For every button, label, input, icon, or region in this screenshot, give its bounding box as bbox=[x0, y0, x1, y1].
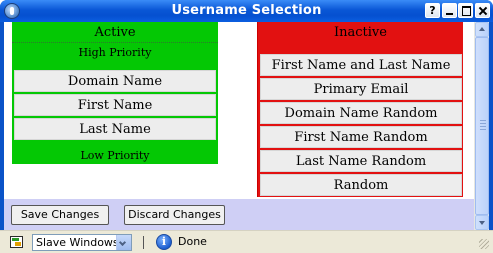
save-changes-button[interactable]: Save Changes bbox=[11, 205, 109, 225]
low-priority-label: Low Priority bbox=[80, 149, 150, 162]
inactive-item-domain-name-random[interactable]: Domain Name Random bbox=[260, 102, 462, 124]
content-area: Active High Priority Domain Name First N… bbox=[4, 22, 489, 230]
inactive-item-last-name-random[interactable]: Last Name Random bbox=[260, 150, 462, 172]
minimize-icon[interactable] bbox=[442, 3, 457, 18]
help-icon[interactable]: ? bbox=[425, 3, 440, 18]
scrollbar-thumb[interactable] bbox=[475, 37, 489, 215]
button-bar: Save Changes Discard Changes bbox=[4, 199, 474, 230]
status-text: Done bbox=[178, 235, 207, 248]
status-bar: Slave Windows i Done bbox=[0, 230, 493, 253]
app-window: Username Selection ? Active High Priorit… bbox=[0, 0, 493, 253]
thumb-grip-line bbox=[480, 120, 486, 121]
status-separator bbox=[143, 236, 144, 249]
discard-changes-button[interactable]: Discard Changes bbox=[124, 205, 225, 225]
inactive-item-first-name-random[interactable]: First Name Random bbox=[260, 126, 462, 148]
inactive-item-random[interactable]: Random bbox=[260, 174, 462, 196]
close-icon[interactable] bbox=[475, 3, 490, 18]
info-icon: i bbox=[156, 234, 172, 250]
scroll-down-arrow-icon[interactable] bbox=[475, 215, 489, 230]
thumb-grip-line bbox=[480, 126, 486, 127]
resize-grip-icon[interactable] bbox=[479, 239, 489, 249]
inactive-item-first-name-and-last-name[interactable]: First Name and Last Name bbox=[260, 54, 462, 76]
high-priority-label: High Priority bbox=[78, 46, 152, 59]
scroll-up-arrow-icon[interactable] bbox=[475, 22, 489, 37]
dropdown-arrow-icon[interactable] bbox=[116, 235, 131, 250]
inactive-panel-title: Inactive bbox=[334, 25, 387, 40]
active-panel[interactable]: Active High Priority Domain Name First N… bbox=[12, 22, 218, 164]
thumb-grip-line bbox=[480, 123, 486, 124]
maximize-icon[interactable] bbox=[458, 3, 473, 18]
thumb-grip-line bbox=[480, 129, 486, 130]
dropdown-value: Slave Windows bbox=[36, 236, 119, 249]
divider bbox=[12, 42, 218, 43]
active-item-last-name[interactable]: Last Name bbox=[14, 118, 216, 140]
slave-windows-dropdown[interactable]: Slave Windows bbox=[32, 234, 132, 251]
active-item-domain-name[interactable]: Domain Name bbox=[14, 70, 216, 92]
active-panel-title: Active bbox=[94, 25, 136, 40]
vertical-scrollbar[interactable] bbox=[474, 22, 489, 230]
inactive-item-primary-email[interactable]: Primary Email bbox=[260, 78, 462, 100]
slave-windows-icon bbox=[10, 236, 23, 248]
active-item-first-name[interactable]: First Name bbox=[14, 94, 216, 116]
window-title: Username Selection bbox=[171, 3, 322, 18]
title-bar[interactable]: Username Selection ? bbox=[0, 0, 493, 22]
inactive-panel[interactable]: Inactive First Name and Last Name Primar… bbox=[257, 22, 463, 197]
